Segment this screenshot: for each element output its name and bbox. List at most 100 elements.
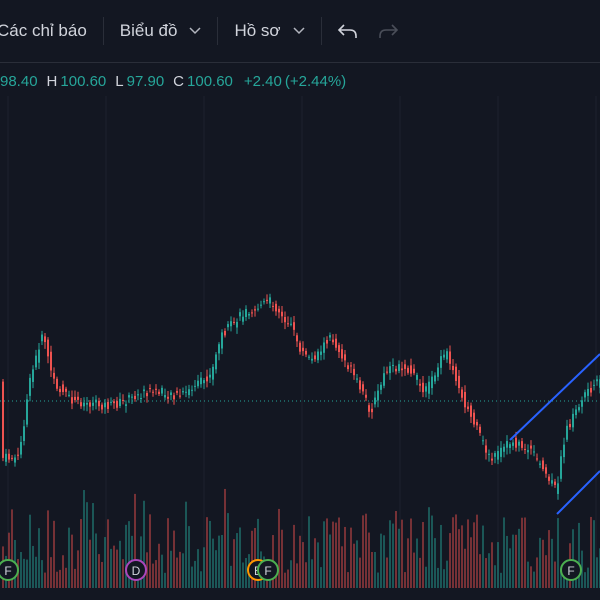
event-marker[interactable]: F bbox=[560, 559, 582, 581]
event-marker[interactable]: D bbox=[125, 559, 147, 581]
candle-body bbox=[14, 457, 16, 463]
candle-body bbox=[410, 365, 412, 374]
volume-bar bbox=[587, 567, 589, 588]
candle-body bbox=[374, 397, 376, 405]
event-label: F bbox=[4, 564, 11, 578]
candle-body bbox=[473, 412, 475, 425]
volume-bar bbox=[362, 515, 364, 588]
event-marker[interactable]: F bbox=[257, 559, 279, 581]
open-value: 98.40 bbox=[0, 72, 38, 90]
candle-body bbox=[506, 441, 508, 448]
candle-body bbox=[422, 382, 424, 393]
volume-bar bbox=[92, 503, 94, 588]
candle-body bbox=[395, 368, 397, 372]
event-marker[interactable]: F bbox=[0, 559, 19, 581]
volume-bar bbox=[239, 527, 241, 588]
candle-body bbox=[224, 330, 226, 336]
candle-body bbox=[260, 304, 262, 306]
candle-body bbox=[536, 458, 538, 460]
volume-bar bbox=[95, 533, 97, 588]
candle-body bbox=[167, 396, 169, 399]
chart-type-dropdown[interactable]: Biểu đồ bbox=[110, 11, 212, 51]
volume-bar bbox=[35, 556, 37, 588]
volume-bar bbox=[62, 555, 64, 588]
candle-body bbox=[89, 402, 91, 407]
volume-bar bbox=[194, 560, 196, 588]
candle-body bbox=[548, 476, 550, 481]
volume-bar bbox=[182, 553, 184, 588]
candle-body bbox=[449, 351, 451, 364]
volume-bar bbox=[584, 572, 586, 588]
candle-body bbox=[218, 344, 220, 354]
volume-bar bbox=[299, 535, 301, 588]
volume-bar bbox=[443, 569, 445, 588]
candle-body bbox=[572, 413, 574, 428]
volume-bar bbox=[113, 545, 115, 588]
undo-button[interactable] bbox=[328, 11, 368, 51]
candle-body bbox=[398, 364, 400, 372]
candle-body bbox=[482, 440, 484, 442]
volume-bar bbox=[353, 543, 355, 588]
volume-bar bbox=[116, 549, 118, 588]
volume-bar bbox=[104, 537, 106, 588]
candle-body bbox=[152, 391, 154, 393]
candle-body bbox=[560, 456, 562, 479]
candle-body bbox=[497, 451, 499, 460]
candle-body bbox=[302, 347, 304, 352]
volume-bar bbox=[377, 572, 379, 588]
candle-body bbox=[95, 399, 97, 403]
volume-bar bbox=[503, 517, 505, 588]
profile-dropdown[interactable]: Hồ sơ bbox=[224, 11, 314, 51]
volume-bar bbox=[596, 557, 598, 588]
close-value: 100.60 bbox=[187, 72, 233, 90]
candle-body bbox=[203, 380, 205, 384]
candle-body bbox=[32, 369, 34, 382]
candle-body bbox=[182, 391, 184, 393]
volume-bar bbox=[203, 547, 205, 588]
trendline-upper[interactable] bbox=[509, 353, 600, 441]
high-value: 100.60 bbox=[60, 72, 107, 90]
trendline-lower[interactable] bbox=[556, 470, 600, 515]
volume-bar bbox=[311, 559, 313, 588]
volume-bar bbox=[329, 534, 331, 588]
candle-body bbox=[593, 384, 595, 386]
volume-bar bbox=[413, 552, 415, 588]
candle-body bbox=[191, 389, 193, 391]
volume-bar bbox=[107, 519, 109, 588]
candle-body bbox=[350, 365, 352, 367]
candle-body bbox=[35, 355, 37, 368]
volume-bar bbox=[425, 566, 427, 588]
candle-body bbox=[239, 312, 241, 317]
candle-body bbox=[542, 460, 544, 470]
volume-bar bbox=[176, 557, 178, 588]
candle-body bbox=[383, 373, 385, 386]
volume-bar bbox=[554, 561, 556, 588]
candle-body bbox=[200, 377, 202, 385]
candle-body bbox=[530, 445, 532, 449]
volume-bar bbox=[71, 534, 73, 588]
candle-body bbox=[140, 398, 142, 400]
candle-body bbox=[23, 426, 25, 441]
candle-body bbox=[212, 366, 214, 380]
volume-bar bbox=[488, 553, 490, 588]
redo-button[interactable] bbox=[368, 11, 408, 51]
candle-body bbox=[275, 303, 277, 312]
indicators-button[interactable]: Các chỉ báo bbox=[0, 11, 97, 51]
candle-body bbox=[356, 378, 358, 380]
volume-bar bbox=[221, 534, 223, 588]
candle-body bbox=[188, 389, 190, 396]
candle-body bbox=[119, 398, 121, 407]
candle-body bbox=[29, 377, 31, 396]
candle-body bbox=[83, 402, 85, 407]
volume-bar bbox=[152, 563, 154, 588]
candle-body bbox=[176, 391, 178, 393]
change-percent: (+2.44%) bbox=[284, 72, 347, 90]
volume-bar bbox=[98, 554, 100, 588]
candle-body bbox=[494, 453, 496, 457]
volume-bar bbox=[173, 530, 175, 588]
candle-body bbox=[110, 401, 112, 403]
price-chart[interactable]: FDEFF bbox=[0, 96, 600, 588]
volume-bar bbox=[284, 572, 286, 588]
volume-bar bbox=[434, 538, 436, 588]
candle-body bbox=[557, 483, 559, 494]
